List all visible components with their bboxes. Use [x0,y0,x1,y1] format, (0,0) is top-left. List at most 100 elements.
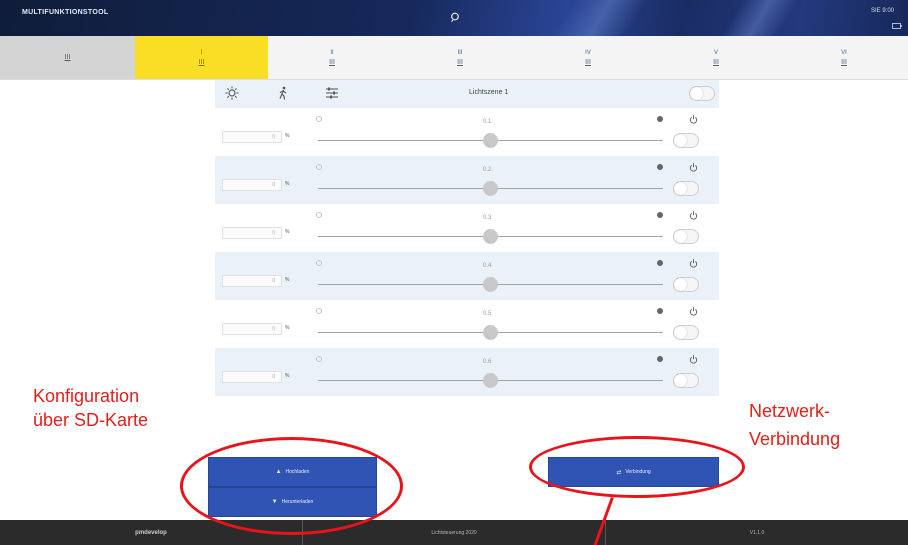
radio-on-icon[interactable] [657,164,663,170]
channel-label: 0.6 [483,359,492,365]
sliders-icon[interactable] [325,86,339,100]
sun-icon[interactable] [225,86,239,100]
toggle-knob [674,182,687,195]
tab-floor-5[interactable]: V III [652,36,780,79]
radio-off-icon[interactable] [316,116,322,122]
scene-title: Lichtszene 1 [469,89,509,96]
scene-row: 0% 0.3 [215,204,719,252]
highlight-ellipse-right [529,436,745,498]
radio-off-icon[interactable] [316,164,322,170]
annotation-line: über SD-Karte [33,410,149,430]
radio-off-icon[interactable] [316,260,322,266]
toggle-knob [690,87,703,100]
floor-tabs: III I III II III III III IV III V III VI… [0,36,908,80]
battery-icon [892,23,902,29]
value-text: 0 [272,182,275,188]
unit-label: % [285,181,290,187]
toggle-knob [674,374,687,387]
value-input[interactable]: 0 [222,371,282,383]
value-input[interactable]: 0 [222,275,282,287]
tab-floor-2[interactable]: II III [268,36,396,79]
radio-on-icon[interactable] [657,308,663,314]
footer-version: V1.1.0 [749,529,765,536]
tab-icon: III [198,58,205,66]
annotation-sd-card: Konfiguration über SD-Karte [33,384,148,432]
tab-icon: III [329,58,335,66]
power-icon[interactable] [689,115,698,124]
channel-toggle[interactable] [673,373,699,388]
power-icon[interactable] [689,355,698,364]
radio-on-icon[interactable] [657,356,663,362]
unit-label: % [285,325,290,331]
scene-header: Lichtszene 1 [215,80,719,108]
tab-icon: III [64,54,71,61]
tab-number: II [330,49,334,56]
value-input[interactable]: 0 [222,323,282,335]
tab-floor-4[interactable]: IV III [524,36,652,79]
power-icon[interactable] [689,307,698,316]
highlight-ellipse-left [180,437,403,535]
channel-toggle[interactable] [673,181,699,196]
radio-on-icon[interactable] [657,212,663,218]
scene-row: 0% 0.5 [215,300,719,348]
value-text: 0 [272,134,275,140]
footer-center-text: Lichtsteuerung 2020 [431,529,477,536]
tab-number: I [200,49,203,56]
tab-overview[interactable]: III [0,36,135,79]
channel-toggle[interactable] [673,229,699,244]
scene-panel: Lichtszene 1 0% 0.1 0% 0.2 0% 0.3 0% 0.4 0% 0.5 0%… [215,80,719,396]
value-input[interactable]: 0 [222,179,282,191]
tab-floor-1[interactable]: I III [135,36,268,79]
scene-row: 0% 0.1 [215,108,719,156]
slider-thumb[interactable] [483,325,498,340]
scene-row: 0% 0.6 [215,348,719,396]
toggle-knob [674,134,687,147]
value-text: 0 [272,374,275,380]
value-input[interactable]: 0 [222,227,282,239]
tab-number: VI [841,49,847,56]
channel-label: 0.1 [483,119,492,125]
channel-toggle[interactable] [673,325,699,340]
value-input[interactable]: 0 [222,131,282,143]
tab-floor-3[interactable]: III III [396,36,524,79]
tab-icon: III [841,58,847,66]
power-icon[interactable] [689,211,698,220]
power-icon[interactable] [689,163,698,172]
slider-thumb[interactable] [483,133,498,148]
search-icon[interactable] [450,12,460,22]
channel-toggle[interactable] [673,277,699,292]
header-swoosh-2 [700,0,820,36]
power-icon[interactable] [689,259,698,268]
tab-icon: III [457,58,463,66]
annotation-network: Netzwerk- Verbindung [749,399,840,451]
toggle-knob [674,230,687,243]
slider-thumb[interactable] [483,181,498,196]
channel-label: 0.3 [483,215,492,221]
radio-on-icon[interactable] [657,260,663,266]
channel-toggle[interactable] [673,133,699,148]
status-text: SIE 9:00 [870,8,894,14]
scene-toggle[interactable] [689,86,715,101]
tab-icon: III [585,58,591,66]
app-title: MULTIFUNKTIONSTOOL [22,9,109,16]
radio-on-icon[interactable] [657,116,663,122]
unit-label: % [285,133,290,139]
channel-label: 0.5 [483,311,492,317]
brand-logo: pmdevelop [135,529,167,536]
value-text: 0 [272,230,275,236]
radio-off-icon[interactable] [316,212,322,218]
slider-thumb[interactable] [483,229,498,244]
footer-right-cell: V1.1.0 [606,520,908,545]
header-swoosh [520,0,680,36]
scene-row: 0% 0.2 [215,156,719,204]
radio-off-icon[interactable] [316,356,322,362]
channel-label: 0.4 [483,263,492,269]
radio-off-icon[interactable] [316,308,322,314]
slider-thumb[interactable] [483,373,498,388]
walking-person-icon[interactable] [276,86,290,100]
tab-floor-6[interactable]: VI III [780,36,908,79]
annotation-line: Verbindung [749,429,841,449]
slider-thumb[interactable] [483,277,498,292]
tab-icon: III [713,58,719,66]
scene-row: 0% 0.4 [215,252,719,300]
